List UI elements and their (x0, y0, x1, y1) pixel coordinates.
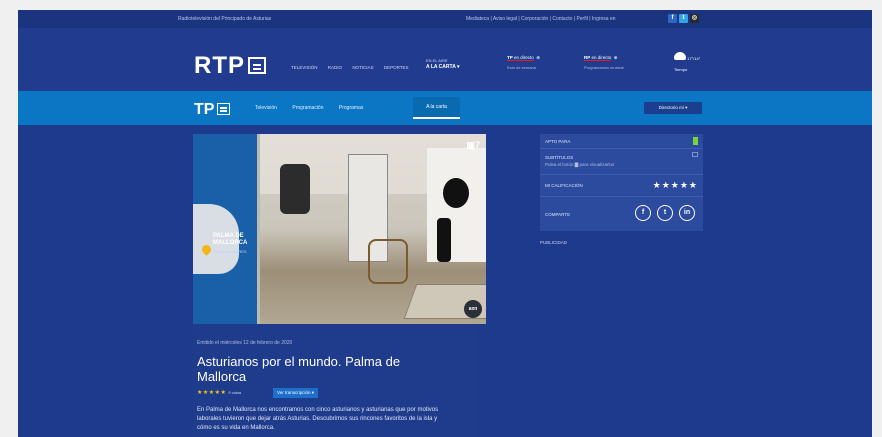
apto-row: APTO PARA (540, 134, 703, 149)
painting-shape (443, 178, 469, 208)
transcription-button[interactable]: Ver transcripción ▾ (273, 388, 319, 398)
tpa-logo[interactable]: TP (194, 101, 231, 119)
studio-photo (260, 134, 486, 324)
map-panel: PALMA DE MALLORCA ISLAS BALEARES (193, 134, 257, 324)
facebook-share-icon[interactable]: f (635, 205, 651, 221)
broadcast-date: Emitido el miércoles 12 de febrero de 20… (197, 340, 293, 346)
nav-radio[interactable]: RADIO (328, 65, 342, 70)
rocking-chair (368, 239, 408, 284)
age-rating-badge (693, 137, 698, 145)
weather[interactable]: 17°/14° Tiempo (674, 52, 700, 72)
rating-stars[interactable]: ★★★★★ (197, 390, 226, 396)
weather-label: Tiempo (674, 67, 688, 72)
episode-rating: ★★★★★ 9 votos (197, 389, 241, 396)
painting-canvas-large (427, 148, 486, 262)
my-rating-label: MI CALIFICACIÓN (545, 183, 583, 188)
logo-mark-icon (248, 57, 266, 74)
live-tv-brand: TP (507, 55, 513, 60)
painting-dark (280, 164, 310, 214)
rtp-logo[interactable]: RTP (194, 52, 266, 80)
share-label: COMPARTE (545, 212, 571, 217)
my-rating-row: MI CALIFICACIÓN ★★★★★ (540, 175, 703, 197)
tab-alacarta[interactable]: A la carta (413, 97, 460, 119)
subtitles-hint: Pulsa el botón ▇ para visualizarlos (545, 162, 615, 167)
rating-votes: 9 votos (228, 390, 242, 395)
channel-badge: ▣7 (466, 140, 480, 150)
tab-programacion[interactable]: Programación (292, 105, 323, 111)
live-radio-sub: Programación musical (584, 65, 624, 70)
live-tv[interactable]: TP en directo ⊕ Esto de semana (507, 55, 540, 70)
painting-shape (437, 218, 451, 262)
video-thumbnail[interactable]: PALMA DE MALLORCA ISLAS BALEARES ▣7 axn (193, 134, 486, 324)
tab-programas[interactable]: Programas (339, 105, 363, 111)
linkedin-share-icon[interactable]: in (679, 205, 695, 221)
directory-dropdown[interactable]: Directorio mi ▾ (644, 102, 702, 114)
twitter-icon[interactable]: t (679, 14, 688, 23)
live-radio[interactable]: RP en directo ⊕ Programación musical (584, 55, 624, 70)
axn-badge: axn (464, 300, 482, 318)
page: Radiotelevisión del Principado de Asturi… (18, 10, 872, 437)
episode-info: Emitido el miércoles 12 de febrero de 20… (193, 324, 478, 437)
my-rating-stars[interactable]: ★★★★★ (653, 180, 698, 191)
twitter-share-icon[interactable]: t (657, 205, 673, 221)
subtitles-row: SUBTÍTULOS Pulsa el botón ▇ para visuali… (540, 149, 703, 175)
alacarta-label: A LA CARTA ▾ (426, 64, 460, 70)
main-nav: TELEVISIÓN RADIO NOTICIAS DEPORTES (291, 65, 418, 70)
live-radio-label: en directo (591, 55, 612, 60)
weather-temp: 17°/14° (687, 56, 701, 61)
share-row: COMPARTE f t in (540, 197, 703, 231)
sub-nav: TP Televisión Programación Programas A l… (18, 91, 872, 125)
top-bar-title[interactable]: Radiotelevisión del Principado de Asturi… (178, 16, 271, 22)
episode-title: Asturianos por el mundo. Palma de Mallor… (197, 354, 401, 384)
cloud-sun-icon (674, 52, 686, 60)
advertising-label: PUBLICIDAD (540, 240, 568, 245)
map-label: PALMA DE MALLORCA (213, 233, 248, 246)
instagram-icon[interactable]: ◎ (690, 14, 699, 23)
header: RTP TELEVISIÓN RADIO NOTICIAS DEPORTES E… (18, 28, 872, 91)
subtitles-icon[interactable] (692, 152, 698, 157)
map-sublabel: ISLAS BALEARES (213, 249, 247, 254)
nav-noticias[interactable]: NOTICIAS (352, 65, 373, 70)
top-bar-links[interactable]: Mediateca | Aviso legal | Corporación | … (466, 16, 616, 22)
tab-television[interactable]: Televisión (255, 105, 277, 111)
sub-nav-items: Televisión Programación Programas (255, 105, 377, 111)
logo-mark-icon (217, 103, 231, 115)
nav-alacarta[interactable]: EN EL AIRE A LA CARTA ▾ (426, 58, 460, 70)
live-tv-sub: Esto de semana (507, 65, 536, 70)
apto-label: APTO PARA (545, 139, 571, 144)
live-radio-brand: RP (584, 55, 591, 60)
episode-sidebar: APTO PARA SUBTÍTULOS Pulsa el botón ▇ pa… (540, 134, 703, 231)
nav-deportes[interactable]: DEPORTES (384, 65, 409, 70)
subtitles-label: SUBTÍTULOS (545, 155, 574, 160)
episode-description: En Palma de Mallorca nos encontramos con… (197, 407, 439, 431)
nav-television[interactable]: TELEVISIÓN (291, 65, 318, 70)
live-tv-label: en directo (514, 55, 534, 60)
top-bar: Radiotelevisión del Principado de Asturi… (18, 10, 872, 28)
facebook-icon[interactable]: f (668, 14, 677, 23)
